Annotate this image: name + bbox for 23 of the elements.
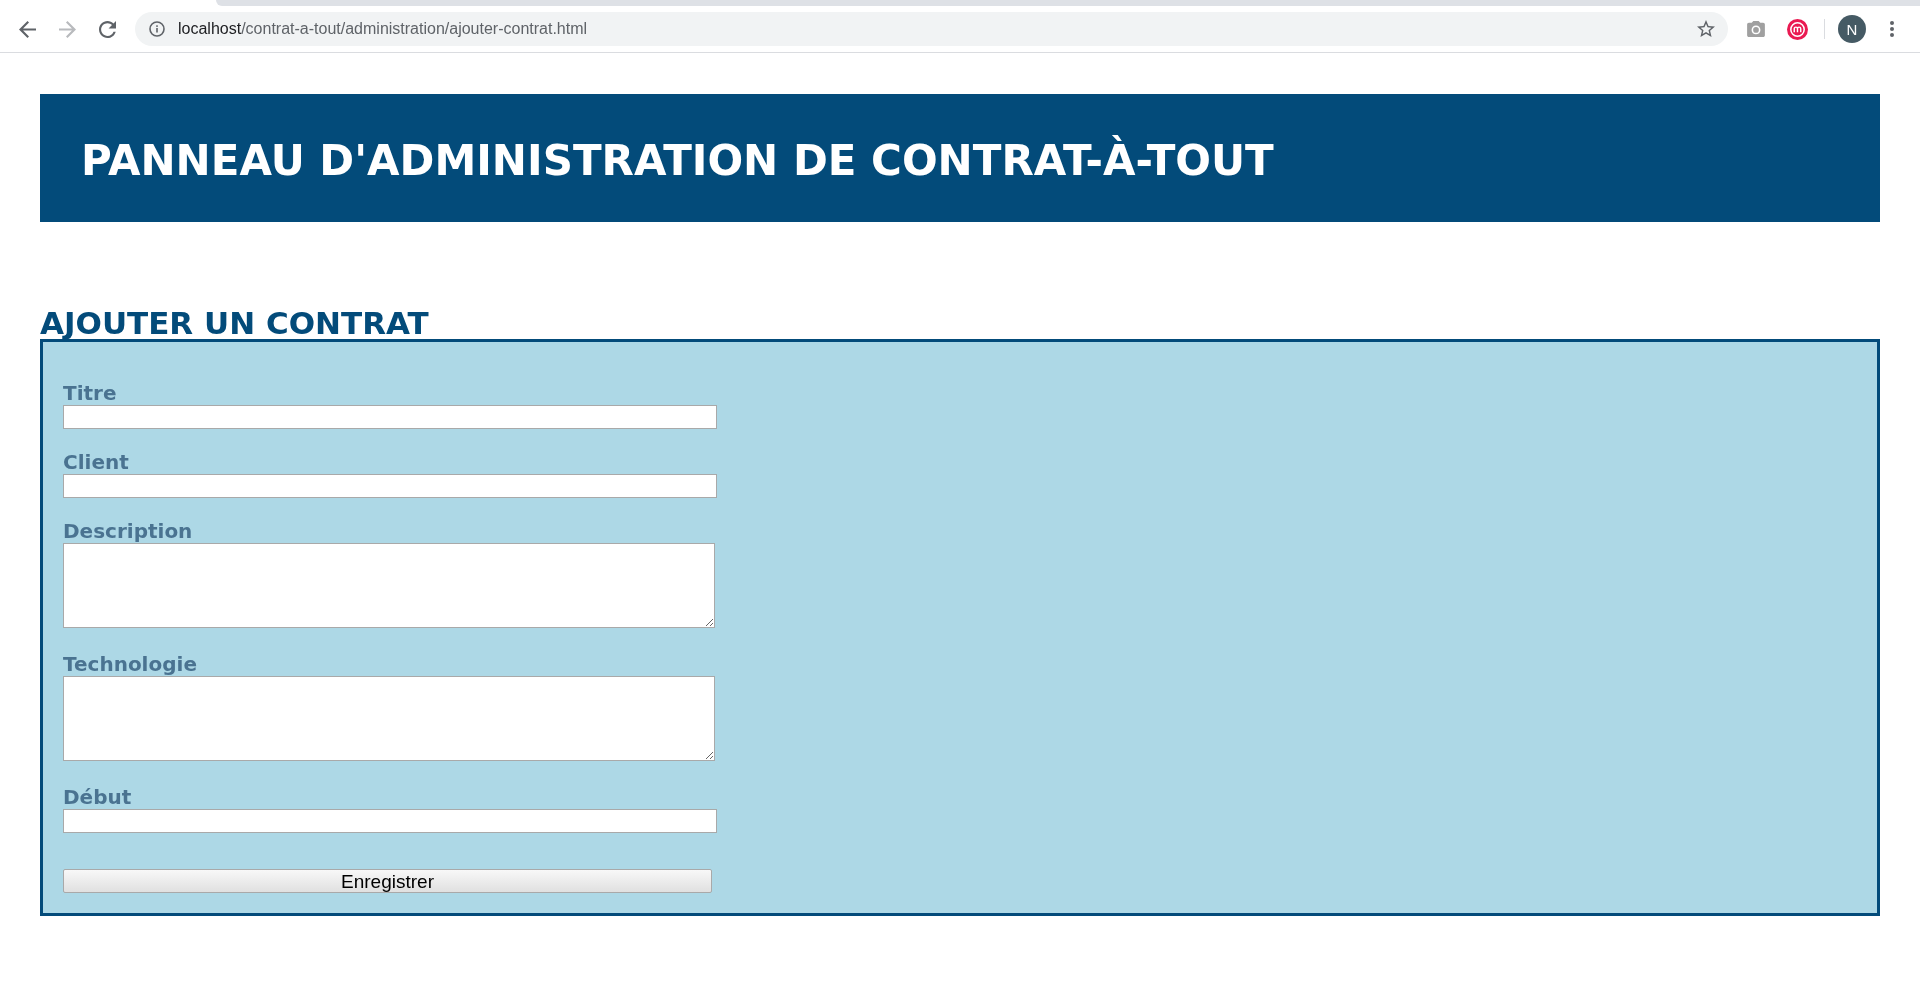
avatar-button[interactable]: N [1838,15,1866,43]
left-arrow-icon[interactable] [18,20,36,38]
info-icon[interactable] [149,21,165,37]
url-text: localhost/contrat-a-tout/administration/ajouter-contrat.html [178,20,588,38]
field-label: Début [63,786,133,809]
reload-icon[interactable] [98,20,116,38]
address-bar[interactable]: localhost/contrat-a-tout/administration/ajouter-contrat.html [135,12,1728,46]
field-label: Technologie [63,653,198,676]
menu-icon[interactable] [1890,21,1894,37]
field-label: Titre [63,382,118,405]
field-label: Description [63,520,194,543]
star-icon[interactable] [1697,20,1715,38]
logo-icon[interactable] [1786,18,1808,40]
text-field[interactable] [63,405,717,429]
page-title: PANNEAU D'ADMINISTRATION DE CONTRAT-À-TOUT [81,136,1274,187]
section-heading: AJOUTER UN CONTRAT [40,307,430,339]
text-area[interactable] [63,676,715,761]
text-field[interactable] [63,809,717,833]
camera-icon[interactable] [1747,21,1765,37]
text-field[interactable] [63,474,717,498]
field-label: Client [63,451,130,474]
save-button[interactable]: Enregistrer [63,869,712,893]
text-area[interactable] [63,543,715,628]
